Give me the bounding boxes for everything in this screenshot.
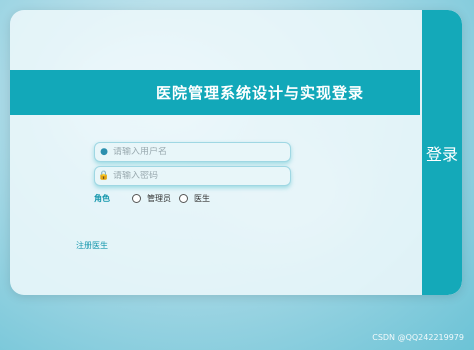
login-card: 医院管理系统设计与实现登录 登录 ● 🔒 角色 管理员 医生 注册医生 xyxy=(10,10,462,295)
role-option-admin[interactable]: 管理员 xyxy=(132,193,171,204)
radio-doctor[interactable] xyxy=(179,194,188,203)
login-button[interactable]: 登录 xyxy=(422,10,462,295)
role-option-label: 医生 xyxy=(194,194,210,203)
username-input[interactable] xyxy=(111,147,280,157)
register-doctor-link[interactable]: 注册医生 xyxy=(76,240,108,251)
radio-admin[interactable] xyxy=(132,194,141,203)
lock-icon: 🔒 xyxy=(98,171,110,181)
role-label: 角色 xyxy=(94,194,110,203)
role-row: 角色 管理员 医生 xyxy=(94,193,218,204)
role-option-doctor[interactable]: 医生 xyxy=(179,193,210,204)
page-title: 医院管理系统设计与实现登录 xyxy=(155,84,364,102)
role-option-label: 管理员 xyxy=(147,194,171,203)
password-field[interactable]: 🔒 xyxy=(94,166,291,186)
password-input[interactable] xyxy=(111,171,280,181)
user-icon: ● xyxy=(100,147,108,157)
username-field[interactable]: ● xyxy=(94,142,291,162)
title-bar: 医院管理系统设计与实现登录 xyxy=(10,70,420,115)
watermark: CSDN @QQ242219979 xyxy=(372,333,464,342)
